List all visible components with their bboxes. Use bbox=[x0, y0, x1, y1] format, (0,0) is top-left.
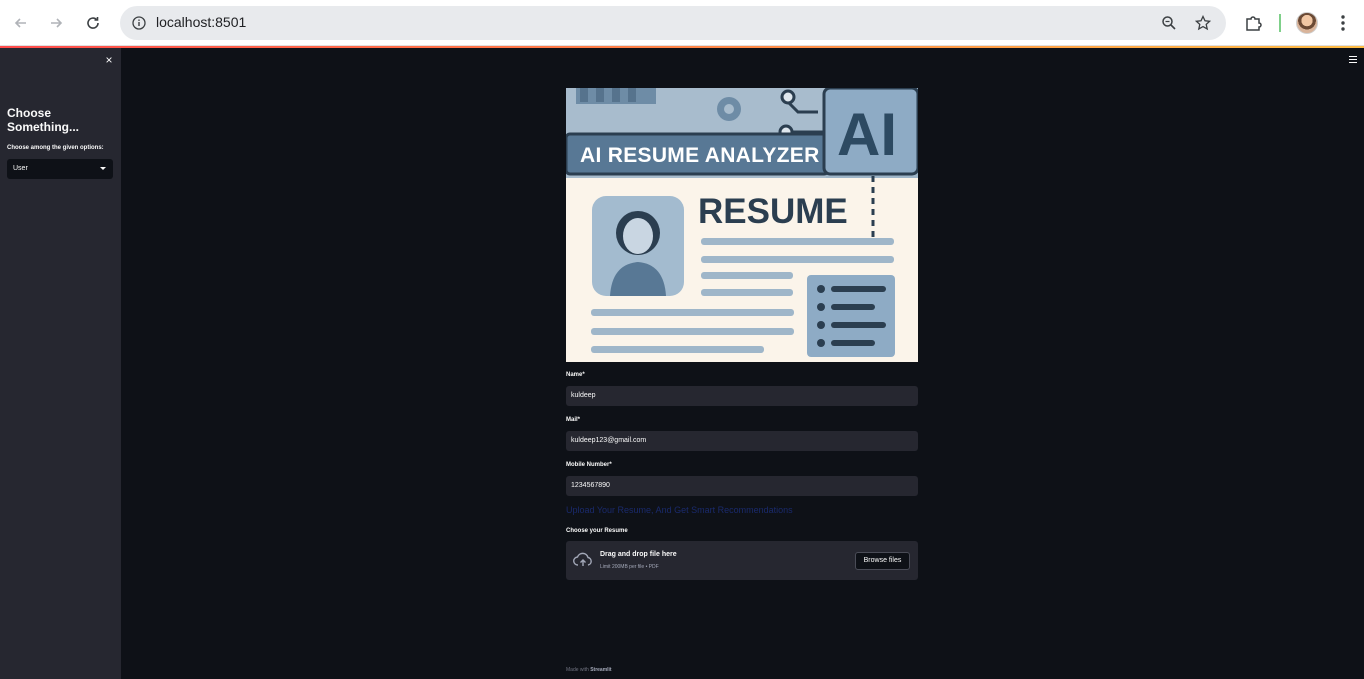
site-info-icon[interactable] bbox=[130, 14, 148, 32]
hamburger-icon[interactable] bbox=[1349, 56, 1357, 63]
footer: Made with Streamlit bbox=[566, 667, 612, 673]
banner-ai-text: AI bbox=[837, 101, 897, 168]
url-text[interactable]: localhost:8501 bbox=[156, 14, 246, 30]
email-field[interactable]: kuldeep123@gmail.com bbox=[566, 431, 918, 451]
sidebar: × Choose Something... Choose among the g… bbox=[0, 48, 121, 679]
select-label: Choose among the given options: bbox=[7, 145, 104, 151]
drop-limit: Limit 200MB per file • PDF bbox=[600, 564, 659, 570]
profile-avatar[interactable] bbox=[1296, 12, 1318, 34]
mail-label: Mail* bbox=[566, 417, 581, 423]
name-field[interactable]: kuldeep bbox=[566, 386, 918, 406]
resume-analyzer-banner: AI RESUME ANALYZER AI RESUME bbox=[566, 88, 918, 362]
banner-title: AI RESUME ANALYZER bbox=[580, 144, 820, 167]
cloud-upload-icon bbox=[573, 552, 593, 568]
address-bar[interactable]: localhost:8501 bbox=[120, 6, 1226, 40]
mobile-field[interactable]: 1234567890 bbox=[566, 476, 918, 496]
sidebar-title: Choose Something... bbox=[7, 106, 79, 134]
file-uploader[interactable]: Drag and drop file here Limit 200MB per … bbox=[566, 541, 918, 580]
forward-arrow-icon[interactable] bbox=[44, 11, 68, 35]
mobile-label: Mobile Number* bbox=[566, 462, 612, 468]
menu-dots-icon[interactable] bbox=[1331, 11, 1355, 35]
banner-resume-text: RESUME bbox=[698, 192, 848, 231]
close-icon[interactable]: × bbox=[103, 54, 115, 66]
footer-prefix: Made with bbox=[566, 667, 589, 673]
browser-toolbar: localhost:8501 bbox=[0, 0, 1364, 46]
app-decoration-line bbox=[0, 46, 1364, 48]
toolbar-divider bbox=[1279, 14, 1281, 32]
upload-heading: Upload Your Resume, And Get Smart Recomm… bbox=[566, 505, 793, 515]
name-label: Name* bbox=[566, 372, 585, 378]
browse-files-button[interactable]: Browse files bbox=[855, 552, 910, 570]
uploader-label: Choose your Resume bbox=[566, 528, 628, 534]
back-arrow-icon[interactable] bbox=[9, 11, 33, 35]
chevron-down-icon bbox=[100, 167, 106, 170]
drop-title: Drag and drop file here bbox=[600, 551, 677, 558]
zoom-icon[interactable] bbox=[1160, 14, 1178, 32]
reload-icon[interactable] bbox=[81, 11, 105, 35]
bookmark-star-icon[interactable] bbox=[1194, 14, 1212, 32]
extensions-icon[interactable] bbox=[1241, 11, 1265, 35]
user-type-select[interactable]: User bbox=[7, 159, 113, 179]
footer-brand-link[interactable]: Streamlit bbox=[590, 667, 611, 673]
select-value: User bbox=[13, 165, 28, 172]
